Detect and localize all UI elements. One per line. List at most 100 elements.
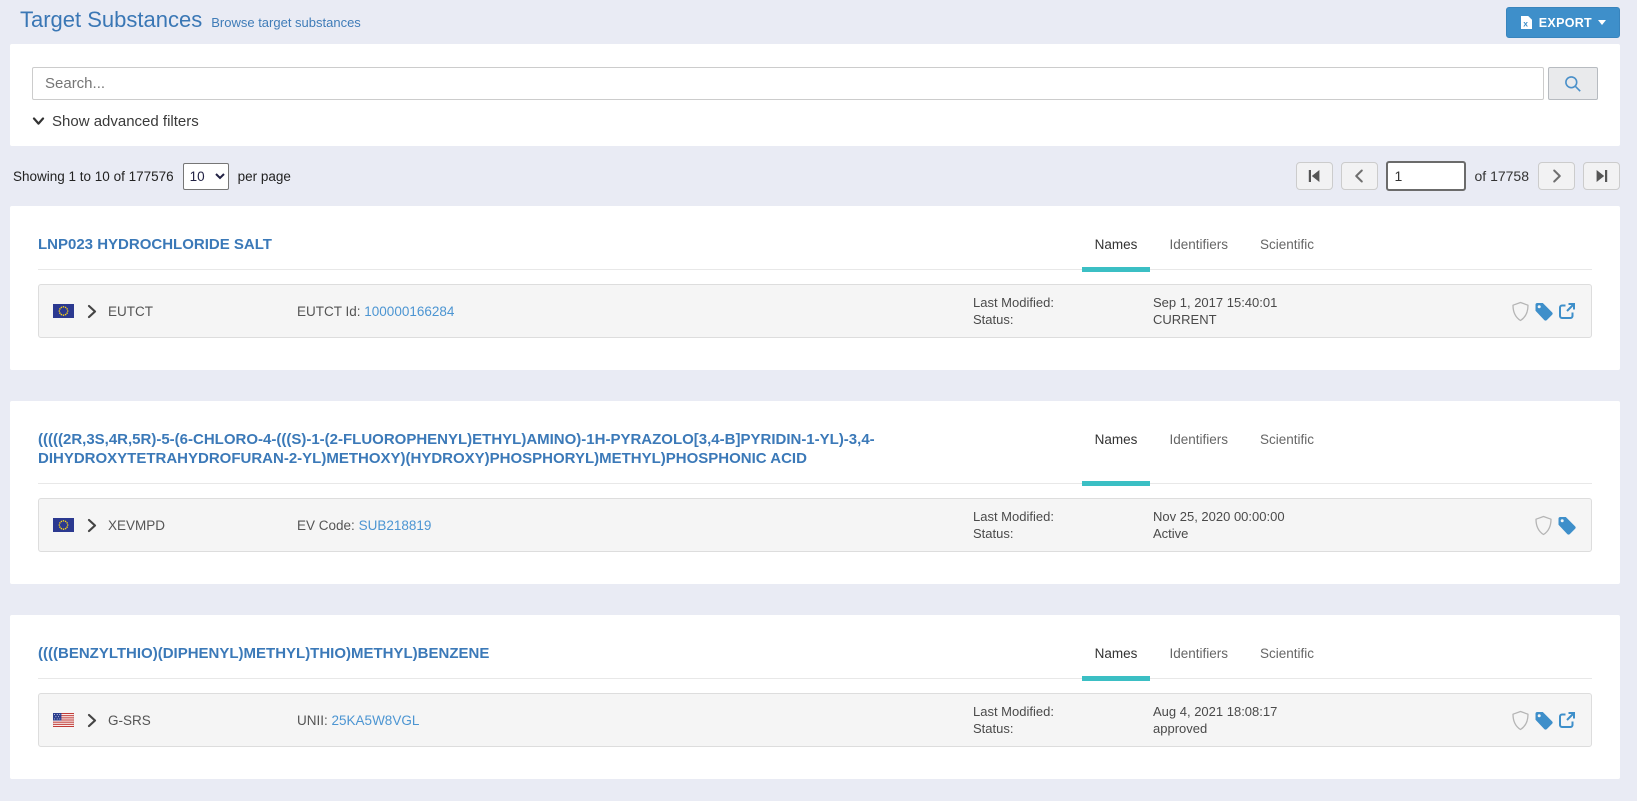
record-code: EUTCT Id: 100000166284 bbox=[297, 304, 973, 319]
substance-record-row: EUTCT EUTCT Id: 100000166284 Last Modifi… bbox=[38, 284, 1592, 338]
substance-card: LNP023 HYDROCHLORIDE SALT Names Identifi… bbox=[10, 206, 1620, 370]
tab-identifiers[interactable]: Identifiers bbox=[1153, 641, 1244, 678]
export-button[interactable]: x EXPORT bbox=[1505, 7, 1620, 38]
tab-identifiers[interactable]: Identifiers bbox=[1153, 427, 1244, 483]
meta-values: Aug 4, 2021 18:08:17 approved bbox=[1153, 703, 1277, 737]
card-header: ((((BENZYLTHIO)(DIPHENYL)METHYL)THIO)MET… bbox=[38, 641, 1592, 681]
source-label: G-SRS bbox=[108, 712, 151, 728]
tab-scientific[interactable]: Scientific bbox=[1244, 232, 1330, 269]
search-button[interactable] bbox=[1548, 67, 1598, 100]
top-bar: Target Substances Browse target substanc… bbox=[0, 0, 1637, 44]
record-actions bbox=[1473, 710, 1577, 731]
pagination-bar: Showing 1 to 10 of 177576 10 per page of… bbox=[0, 146, 1637, 206]
tab-names[interactable]: Names bbox=[1079, 232, 1154, 272]
substance-record-row: G-SRS UNII: 25KA5W8VGL Last Modified: St… bbox=[38, 693, 1592, 747]
record-meta: Last Modified: Status: Nov 25, 2020 00:0… bbox=[973, 508, 1473, 542]
status-value: approved bbox=[1153, 721, 1208, 736]
export-button-label: EXPORT bbox=[1538, 15, 1592, 30]
source-label: EUTCT bbox=[108, 303, 153, 319]
per-page-label: per page bbox=[237, 168, 291, 184]
per-page-select[interactable]: 10 bbox=[182, 162, 229, 190]
last-modified-value: Aug 4, 2021 18:08:17 bbox=[1153, 704, 1278, 719]
tab-names[interactable]: Names bbox=[1079, 427, 1154, 486]
status-label: Status: bbox=[973, 312, 1014, 327]
search-panel: Show advanced filters bbox=[10, 44, 1620, 146]
tab-identifiers[interactable]: Identifiers bbox=[1153, 232, 1244, 269]
shield-icon[interactable] bbox=[1534, 515, 1553, 536]
meta-values: Sep 1, 2017 15:40:01 CURRENT bbox=[1153, 294, 1277, 328]
record-code: UNII: 25KA5W8VGL bbox=[297, 713, 973, 728]
record-meta: Last Modified: Status: Aug 4, 2021 18:08… bbox=[973, 703, 1473, 737]
chevron-down-icon bbox=[32, 117, 45, 126]
status-value: Active bbox=[1153, 526, 1189, 541]
excel-file-icon: x bbox=[1520, 15, 1533, 30]
previous-page-button[interactable] bbox=[1340, 162, 1378, 190]
first-page-button[interactable] bbox=[1295, 162, 1333, 190]
pager-controls: of 17758 bbox=[1295, 161, 1620, 191]
last-modified-value: Sep 1, 2017 15:40:01 bbox=[1153, 295, 1278, 310]
code-label: EUTCT Id: bbox=[297, 303, 361, 319]
last-modified-label: Last Modified: bbox=[973, 509, 1054, 524]
caret-down-icon bbox=[1598, 20, 1606, 25]
substance-name-link[interactable]: ((((BENZYLTHIO)(DIPHENYL)METHYL)THIO)MET… bbox=[38, 644, 489, 678]
code-value-link[interactable]: 25KA5W8VGL bbox=[332, 713, 420, 728]
substance-name-link[interactable]: LNP023 HYDROCHLORIDE SALT bbox=[38, 235, 272, 269]
eu-flag-icon bbox=[53, 304, 74, 318]
expand-chevron-icon[interactable] bbox=[87, 518, 97, 533]
show-advanced-filters-label: Show advanced filters bbox=[52, 113, 199, 130]
code-value-link[interactable]: SUB218819 bbox=[359, 518, 432, 533]
card-tabs: Names Identifiers Scientific bbox=[1079, 641, 1330, 681]
shield-icon[interactable] bbox=[1511, 301, 1530, 322]
show-advanced-filters-toggle[interactable]: Show advanced filters bbox=[32, 113, 1598, 130]
showing-text: Showing 1 to 10 of 177576 bbox=[13, 168, 174, 184]
tag-icon[interactable] bbox=[1556, 515, 1577, 536]
page-count-label: of 17758 bbox=[1474, 168, 1530, 184]
search-row bbox=[32, 67, 1598, 100]
code-label: EV Code: bbox=[297, 517, 355, 533]
page-title: Target Substances bbox=[20, 7, 203, 32]
record-code: EV Code: SUB218819 bbox=[297, 518, 973, 533]
chevron-right-icon bbox=[1552, 169, 1562, 183]
tag-icon[interactable] bbox=[1533, 301, 1554, 322]
expand-chevron-icon[interactable] bbox=[87, 713, 97, 728]
status-label: Status: bbox=[973, 721, 1014, 736]
meta-labels: Last Modified: Status: bbox=[973, 294, 1153, 328]
shield-icon[interactable] bbox=[1511, 710, 1530, 731]
eu-flag-icon bbox=[53, 518, 74, 532]
search-input[interactable] bbox=[32, 67, 1544, 100]
us-flag-icon bbox=[53, 713, 74, 727]
meta-values: Nov 25, 2020 00:00:00 Active bbox=[1153, 508, 1285, 542]
substance-card: (((((2R,3S,4R,5R)-5-(6-CHLORO-4-(((S)-1-… bbox=[10, 401, 1620, 584]
substance-name-link[interactable]: (((((2R,3S,4R,5R)-5-(6-CHLORO-4-(((S)-1-… bbox=[38, 430, 918, 483]
record-actions bbox=[1473, 301, 1577, 322]
tab-scientific[interactable]: Scientific bbox=[1244, 427, 1330, 483]
showing-summary: Showing 1 to 10 of 177576 10 per page bbox=[13, 162, 291, 190]
card-header: (((((2R,3S,4R,5R)-5-(6-CHLORO-4-(((S)-1-… bbox=[38, 427, 1592, 486]
last-modified-label: Last Modified: bbox=[973, 704, 1054, 719]
status-label: Status: bbox=[973, 526, 1014, 541]
page-number-input[interactable] bbox=[1385, 161, 1466, 191]
record-source: XEVMPD bbox=[53, 518, 297, 533]
last-modified-label: Last Modified: bbox=[973, 295, 1054, 310]
external-link-icon[interactable] bbox=[1557, 301, 1577, 321]
status-value: CURRENT bbox=[1153, 312, 1217, 327]
substance-record-row: XEVMPD EV Code: SUB218819 Last Modified:… bbox=[38, 498, 1592, 552]
tab-scientific[interactable]: Scientific bbox=[1244, 641, 1330, 678]
expand-chevron-icon[interactable] bbox=[87, 304, 97, 319]
last-page-icon bbox=[1595, 169, 1609, 183]
page-subtitle: Browse target substances bbox=[211, 15, 361, 30]
substance-card: ((((BENZYLTHIO)(DIPHENYL)METHYL)THIO)MET… bbox=[10, 615, 1620, 779]
record-source: EUTCT bbox=[53, 304, 297, 319]
last-page-button[interactable] bbox=[1583, 162, 1620, 190]
card-header: LNP023 HYDROCHLORIDE SALT Names Identifi… bbox=[38, 232, 1592, 272]
meta-labels: Last Modified: Status: bbox=[973, 508, 1153, 542]
next-page-button[interactable] bbox=[1538, 162, 1575, 190]
tag-icon[interactable] bbox=[1533, 710, 1554, 731]
svg-text:x: x bbox=[1523, 19, 1528, 29]
search-icon bbox=[1563, 74, 1583, 94]
code-value-link[interactable]: 100000166284 bbox=[364, 304, 454, 319]
external-link-icon[interactable] bbox=[1557, 710, 1577, 730]
first-page-icon bbox=[1307, 169, 1321, 183]
last-modified-value: Nov 25, 2020 00:00:00 bbox=[1153, 509, 1285, 524]
tab-names[interactable]: Names bbox=[1079, 641, 1154, 681]
